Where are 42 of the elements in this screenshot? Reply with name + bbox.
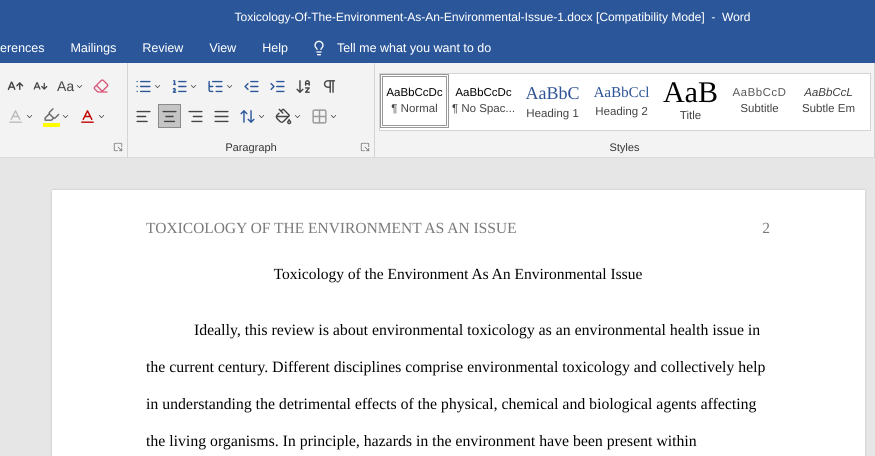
style-sample: AaBbCcD	[732, 87, 786, 99]
group-label: Styles	[610, 142, 640, 154]
eraser-icon	[93, 78, 110, 94]
style-sample: AaBbC	[526, 82, 580, 104]
style-name: Subtitle	[740, 103, 779, 115]
grid-icon	[311, 108, 328, 124]
numbered-list-icon	[171, 78, 188, 94]
style-sample: AaBbCcl	[594, 84, 650, 102]
document-title: Toxicology of the Environment As An Environmental Issue	[272, 266, 644, 284]
body-paragraph: Ideally, this review is about environmental toxicology as an environmental health issue in the current century. Different disciplines comprise environmental toxicology and collectively help in understanding the detrimental effects of the physical, chemical and biological agents affecting the living organisms. In principle, hazards in the environment have been present within	[146, 321, 766, 452]
style-sample: AaBbCcDc	[386, 87, 443, 99]
group-label: Paragraph	[225, 142, 277, 154]
style-name: Title	[680, 110, 702, 122]
ribbon-tab[interactable]: erences	[0, 33, 58, 63]
ribbon-tab[interactable]: Mailings	[57, 33, 130, 63]
dialog-launcher-icon	[113, 142, 123, 152]
style-name: Heading 2	[595, 106, 648, 118]
running-head: TOXICOLOGY OF THE ENVIRONMENT AS AN ISSUE	[146, 220, 517, 238]
paint-bucket-icon	[275, 108, 292, 124]
style-item[interactable]: AaBbCcDc ¶ Normal	[380, 74, 449, 128]
style-sample: AaBbCcL	[804, 87, 853, 99]
change-case-button[interactable]: Aa	[54, 74, 88, 98]
style-name: Heading 1	[526, 108, 579, 120]
align-button[interactable]	[158, 104, 181, 128]
sort-icon	[295, 78, 312, 94]
style-name: Subtle Em	[802, 103, 856, 115]
window-title: Toxicology-Of-The-Environment-As-An-Environmental-Issue-1.docx [Compatibility Mode] - Word	[234, 10, 750, 24]
style-name: ¶ Normal	[391, 103, 438, 115]
ribbon-tab[interactable]: View	[196, 33, 250, 63]
pilcrow-icon	[321, 78, 338, 94]
letter-icon	[7, 108, 24, 124]
line-spacing-icon	[239, 108, 256, 124]
ribbon-tab[interactable]: Help	[249, 33, 301, 63]
page-number: 2	[762, 220, 770, 238]
dialog-launcher-icon	[360, 142, 370, 152]
letter-icon	[79, 108, 96, 124]
style-sample: AaBbCcDc	[455, 87, 512, 99]
tell-me-field[interactable]: Tell me what you want to do	[334, 40, 539, 56]
style-sample: AaB	[663, 80, 718, 106]
ribbon-tab[interactable]: Review	[129, 33, 196, 63]
style-name: ¶ No Spac...	[452, 103, 516, 115]
highlighter-icon	[43, 106, 60, 126]
